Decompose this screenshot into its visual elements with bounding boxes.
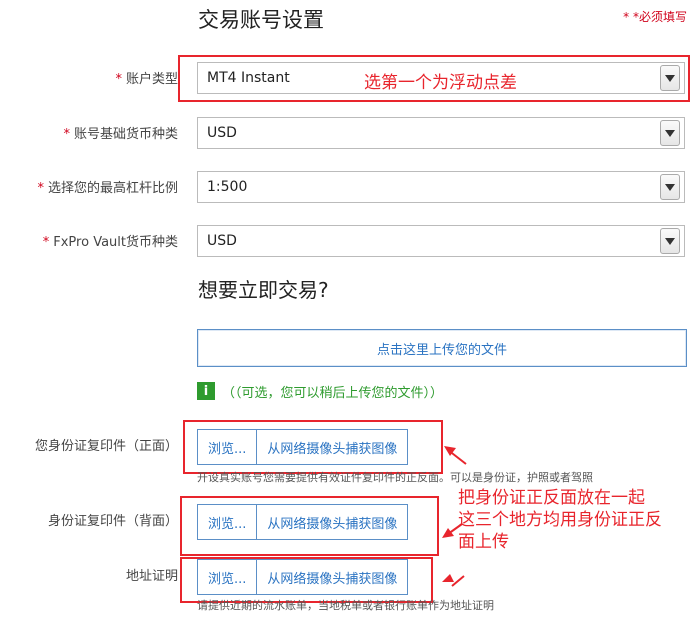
required-note: * *必须填写 [623, 10, 687, 24]
leverage-label: * 选择您的最高杠杆比例 [37, 181, 178, 196]
base-currency-label: * 账号基础货币种类 [63, 127, 178, 142]
annotation-arrow-3 [451, 575, 465, 587]
id-back-label: 身份证复印件（背面） [47, 514, 178, 529]
annotation-account-type-note: 选第一个为浮动点差 [364, 73, 517, 93]
annotation-arrow-2-head [442, 528, 454, 538]
vault-currency-select[interactable]: USD [197, 225, 685, 257]
annotation-box-id-back [180, 496, 439, 556]
annotation-box-id-front [183, 420, 443, 474]
base-currency-select[interactable]: USD [197, 117, 685, 149]
id-front-label: 您身份证复印件（正面） [34, 439, 178, 454]
trade-now-heading: 想要立即交易? [198, 278, 329, 302]
address-proof-label: 地址证明 [125, 569, 178, 584]
account-type-label: * 账户类型 [115, 72, 178, 87]
info-icon: i [197, 382, 215, 400]
upload-files-button[interactable]: 点击这里上传您的文件 [197, 329, 687, 367]
optional-upload-note: （（可选，您可以稍后上传您的文件）） [222, 386, 444, 401]
chevron-down-icon[interactable] [660, 228, 680, 254]
chevron-down-icon[interactable] [660, 174, 680, 200]
annotation-arrow-3-head [442, 574, 454, 582]
annotation-id-note-3: 面上传 [458, 532, 509, 552]
leverage-select[interactable]: 1:500 [197, 171, 685, 203]
chevron-down-icon[interactable] [660, 120, 680, 146]
vault-currency-label: * FxPro Vault货币种类 [42, 235, 178, 250]
page-title: 交易账号设置 [198, 8, 324, 32]
